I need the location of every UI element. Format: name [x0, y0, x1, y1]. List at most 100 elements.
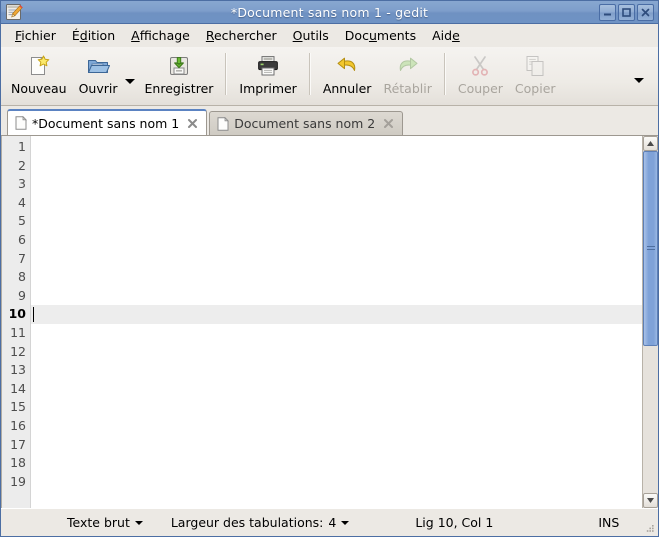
resize-grip-icon[interactable] — [644, 522, 655, 533]
page-icon — [15, 115, 27, 130]
close-icon[interactable] — [382, 117, 395, 130]
toolbar-separator — [308, 53, 311, 95]
save-icon — [166, 53, 192, 79]
vertical-scrollbar[interactable] — [642, 136, 658, 508]
text-cursor — [33, 307, 34, 323]
tab-width-value: 4 — [328, 515, 337, 530]
print-button[interactable]: Imprimer — [233, 51, 302, 96]
line-number-current: 10 — [8, 306, 26, 322]
text-line — [31, 138, 642, 157]
save-button[interactable]: Enregistrer — [139, 51, 220, 96]
language-selector[interactable]: Texte brut — [67, 515, 143, 530]
close-button[interactable] — [637, 3, 654, 21]
cut-button-label: Couper — [457, 81, 503, 96]
toolbar-overflow-button[interactable] — [632, 73, 646, 87]
menu-item-edition[interactable]: Édition — [64, 26, 123, 45]
text-line — [31, 287, 642, 306]
line-number: 5 — [18, 213, 26, 229]
menu-post: ments — [376, 28, 417, 43]
print-icon — [255, 53, 281, 79]
line-number: 11 — [10, 324, 26, 340]
tab-strip: *Document sans nom 1 Document sans nom 2 — [1, 106, 658, 135]
text-line — [31, 417, 642, 436]
insert-mode-indicator: INS — [598, 515, 620, 530]
chevron-down-icon — [134, 520, 143, 525]
open-button-label: Ouvrir — [78, 81, 118, 96]
menu-item-fichier[interactable]: Fichier — [7, 26, 64, 45]
line-number: 16 — [10, 417, 26, 433]
text-line — [31, 361, 642, 380]
menu-pre: Aid — [432, 28, 453, 43]
line-number: 9 — [18, 287, 26, 303]
scrollbar-track[interactable] — [643, 151, 658, 493]
scroll-up-icon[interactable] — [643, 136, 658, 151]
chevron-down-icon — [341, 520, 350, 525]
copy-icon — [522, 53, 548, 79]
redo-arrow-icon — [395, 53, 421, 79]
new-button-label: Nouveau — [11, 81, 67, 96]
open-dropdown-button[interactable] — [124, 75, 137, 88]
close-icon[interactable] — [186, 117, 199, 130]
open-folder-icon — [85, 53, 111, 79]
toolbar-separator — [443, 53, 446, 95]
chevron-down-icon — [125, 79, 136, 84]
page-icon — [217, 116, 230, 131]
scroll-down-icon[interactable] — [643, 493, 658, 508]
line-number: 15 — [10, 399, 26, 415]
text-line — [31, 436, 642, 455]
menu-pre: Doc — [344, 28, 369, 43]
language-label: Texte brut — [67, 515, 130, 530]
menu-item-aide[interactable]: Aide — [424, 26, 468, 45]
undo-arrow-icon — [334, 53, 360, 79]
scrollbar-thumb[interactable] — [643, 151, 658, 346]
menu-mnemonic: O — [292, 28, 303, 43]
undo-button[interactable]: Annuler — [317, 51, 378, 96]
menu-post: ichier — [21, 28, 56, 43]
maximize-button[interactable] — [618, 3, 635, 21]
menu-mnemonic: u — [368, 28, 377, 43]
tab-width-selector[interactable]: Largeur des tabulations: 4 — [171, 515, 350, 530]
text-line — [31, 194, 642, 213]
scrollbar-grip-icon — [646, 244, 655, 252]
line-number: 18 — [10, 455, 26, 471]
new-button[interactable]: Nouveau — [5, 51, 73, 96]
tab-document-1[interactable]: *Document sans nom 1 — [7, 109, 208, 135]
menu-item-documents[interactable]: Documents — [337, 26, 424, 45]
cursor-position: Lig 10, Col 1 — [415, 515, 494, 530]
line-number: 4 — [18, 194, 26, 210]
text-line — [31, 268, 642, 287]
text-input-area[interactable] — [31, 136, 642, 508]
menu-bar: Fichier Édition Affichage Rechercher Out… — [1, 24, 658, 47]
menu-item-rechercher[interactable]: Rechercher — [198, 26, 285, 45]
print-button-label: Imprimer — [239, 81, 297, 96]
menu-item-affichage[interactable]: Affichage — [123, 26, 198, 45]
menu-item-outils[interactable]: Outils — [285, 26, 337, 45]
undo-button-label: Annuler — [322, 81, 372, 96]
text-line — [31, 473, 642, 492]
tab-document-2[interactable]: Document sans nom 2 — [209, 111, 404, 135]
open-button[interactable]: Ouvrir — [73, 51, 124, 96]
window-title: *Document sans nom 1 - gedit — [230, 4, 429, 20]
minimize-button[interactable] — [599, 3, 616, 21]
cut-button: Couper — [452, 51, 509, 96]
text-line — [31, 157, 642, 176]
tab-width-label: Largeur des tabulations: — [170, 515, 324, 530]
text-line — [31, 343, 642, 362]
line-number: 13 — [10, 362, 26, 378]
redo-button: Rétablir — [377, 51, 437, 96]
chevron-down-icon — [634, 77, 644, 83]
menu-mnemonic: d — [79, 28, 88, 43]
copy-button: Copier — [509, 51, 562, 96]
menu-post: utils — [302, 28, 329, 43]
text-line — [31, 398, 642, 417]
tab-title: *Document sans nom 1 — [32, 115, 180, 131]
text-line — [31, 231, 642, 250]
text-line — [31, 250, 642, 269]
text-line — [31, 324, 642, 343]
editor-area: 1 2 3 4 5 6 7 8 9 10 11 12 13 14 15 16 1… — [1, 135, 658, 508]
window-controls — [599, 3, 656, 21]
toolbar-separator — [225, 53, 228, 95]
gedit-notepad-icon — [5, 3, 23, 21]
new-document-icon — [26, 53, 52, 79]
text-line — [31, 212, 642, 231]
